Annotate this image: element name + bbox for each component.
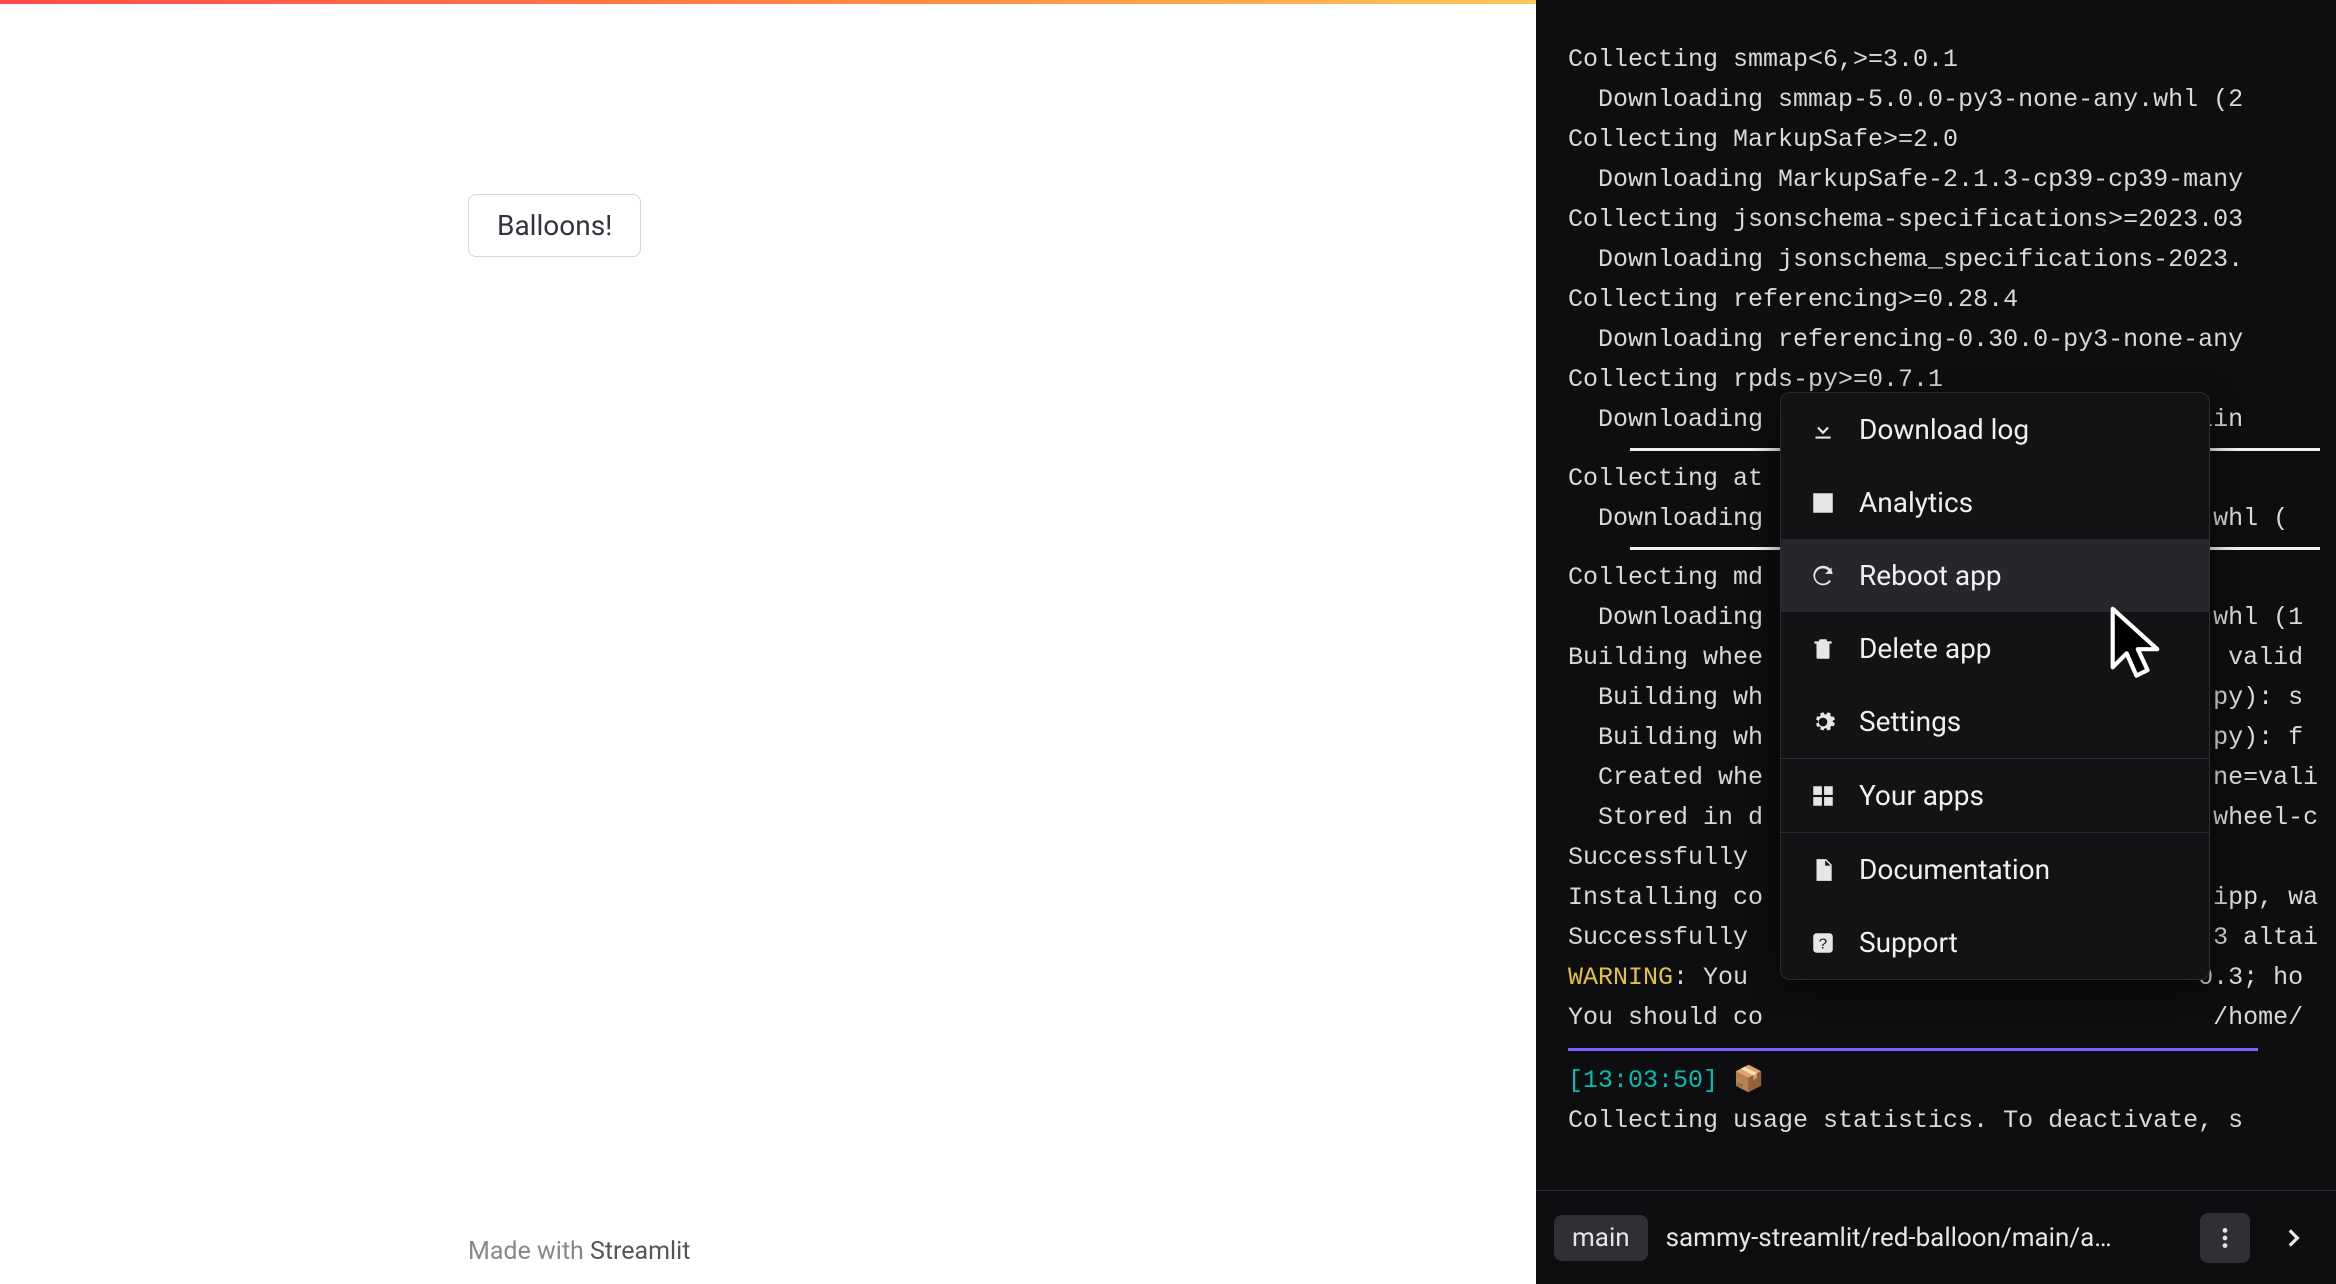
menu-reboot-app[interactable]: Reboot app — [1781, 539, 2209, 612]
log-timestamp: [13:03:50] — [1568, 1066, 1718, 1095]
log-line: Downloading MarkupSafe-2.1.3-cp39-cp39-m… — [1568, 165, 2243, 194]
menu-download-log[interactable]: Download log — [1781, 393, 2209, 466]
menu-label: Analytics — [1859, 486, 1973, 519]
menu-label: Your apps — [1859, 779, 1984, 812]
analytics-icon — [1809, 489, 1837, 517]
log-line: Collecting referencing>=0.28.4 — [1568, 285, 2018, 314]
trash-icon — [1809, 635, 1837, 663]
log-line: Downloading smmap-5.0.0-py3-none-any.whl… — [1568, 85, 2243, 114]
refresh-icon — [1809, 562, 1837, 590]
terminal-panel: Collecting smmap<6,>=3.0.1 Downloading s… — [1536, 0, 2336, 1284]
help-icon: ? — [1809, 929, 1837, 957]
footer-prefix: Made with — [468, 1237, 590, 1266]
bottom-bar: main sammy-streamlit/red-balloon/main/a… — [1536, 1190, 2336, 1284]
log-line: Downloading jsonschema_specifications-20… — [1568, 245, 2243, 274]
log-line: Collecting smmap<6,>=3.0.1 — [1568, 45, 1958, 74]
repo-path[interactable]: sammy-streamlit/red-balloon/main/a… — [1666, 1223, 2182, 1253]
menu-delete-app[interactable]: Delete app — [1781, 612, 2209, 685]
menu-label: Support — [1859, 926, 1958, 959]
divider-purple — [1568, 1048, 2258, 1051]
log-line: Collecting rpds-py>=0.7.1 — [1568, 365, 1943, 394]
log-line: Collecting jsonschema-specifications>=20… — [1568, 205, 2243, 234]
gear-icon — [1809, 708, 1837, 736]
balloons-button[interactable]: Balloons! — [468, 194, 641, 257]
menu-analytics[interactable]: Analytics — [1781, 466, 2209, 539]
menu-label: Download log — [1859, 413, 2029, 446]
document-icon — [1809, 856, 1837, 884]
menu-support[interactable]: ? Support — [1781, 906, 2209, 979]
menu-label: Documentation — [1859, 853, 2050, 886]
log-line: Collecting at — [1568, 464, 1763, 493]
log-line: Successfully — [1568, 843, 1763, 872]
menu-your-apps[interactable]: Your apps — [1781, 759, 2209, 832]
menu-settings[interactable]: Settings — [1781, 685, 2209, 758]
log-line: You should co /home/ — [1568, 1003, 2303, 1032]
log-warning: WARNING — [1568, 963, 1673, 992]
menu-label: Settings — [1859, 705, 1961, 738]
menu-label: Reboot app — [1859, 559, 2002, 592]
package-icon: 📦 — [1733, 1066, 1764, 1095]
more-menu-button[interactable] — [2200, 1213, 2250, 1263]
footer: Made with Streamlit — [468, 1237, 690, 1266]
log-line: Downloading referencing-0.30.0-py3-none-… — [1568, 325, 2243, 354]
app-menu: Download log Analytics Reboot app Delete… — [1780, 392, 2210, 980]
menu-documentation[interactable]: Documentation — [1781, 833, 2209, 906]
log-line: Collecting md — [1568, 563, 1763, 592]
menu-label: Delete app — [1859, 632, 1992, 665]
log-line: Collecting usage statistics. To deactiva… — [1568, 1106, 2243, 1135]
svg-text:?: ? — [1819, 935, 1827, 952]
log-line: Collecting MarkupSafe>=2.0 — [1568, 125, 1958, 154]
apps-icon — [1809, 782, 1837, 810]
app-canvas: Balloons! Made with Streamlit — [0, 0, 1536, 1284]
branch-chip[interactable]: main — [1554, 1215, 1648, 1261]
collapse-panel-button[interactable] — [2268, 1213, 2318, 1263]
footer-brand[interactable]: Streamlit — [590, 1237, 690, 1266]
download-icon — [1809, 416, 1837, 444]
